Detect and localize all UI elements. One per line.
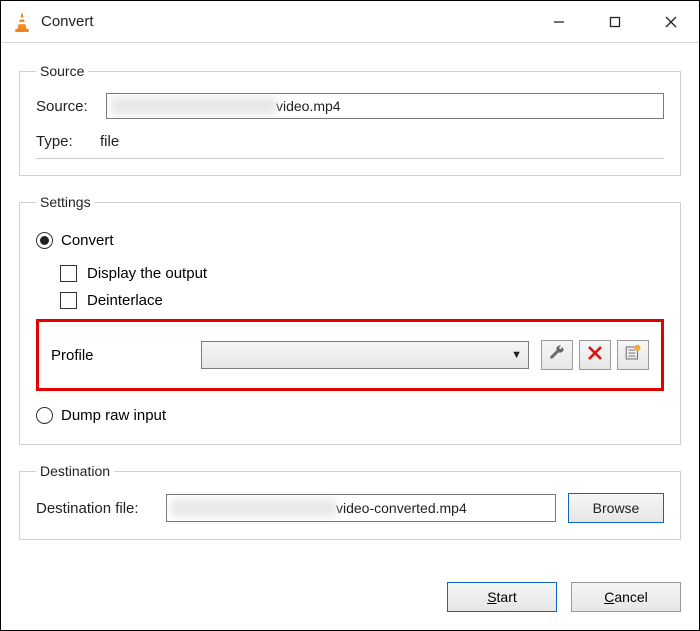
cancel-button[interactable]: Cancel [571,582,681,612]
profile-highlight: Profile ▼ [36,319,664,391]
edit-profile-button[interactable] [541,340,573,370]
source-group: Source Source: video.mp4 Type: file [19,63,681,176]
deinterlace-label: Deinterlace [87,292,163,309]
new-profile-button[interactable] [617,340,649,370]
dump-raw-radio[interactable]: Dump raw input [36,407,664,424]
convert-radio-label: Convert [61,232,114,249]
checkbox-icon [60,265,77,282]
window-title: Convert [41,13,94,30]
new-list-icon [624,344,642,367]
delete-profile-button[interactable] [579,340,611,370]
convert-radio[interactable]: Convert [36,232,664,249]
radio-icon [36,232,53,249]
vlc-cone-icon [11,11,33,33]
display-output-label: Display the output [87,265,207,282]
minimize-button[interactable] [531,1,587,43]
display-output-checkbox[interactable]: Display the output [60,265,664,282]
chevron-down-icon: ▼ [511,349,522,361]
type-value: file [100,133,119,150]
source-file-suffix: video.mp4 [276,98,341,114]
destination-label: Destination file: [36,500,166,517]
start-button-label: Start [487,589,517,605]
convert-dialog: Convert Source Source: video.mp4 Type: f… [0,0,700,631]
type-label: Type: [36,133,100,150]
cancel-button-label: Cancel [604,589,648,605]
redacted-path [171,499,336,517]
wrench-icon [548,344,566,367]
maximize-button[interactable] [587,1,643,43]
source-label: Source: [36,98,106,115]
close-button[interactable] [643,1,699,43]
profile-label: Profile [51,347,201,364]
destination-group: Destination Destination file: video-conv… [19,463,681,540]
settings-group-label: Settings [36,194,95,210]
destination-file-suffix: video-converted.mp4 [336,500,467,516]
titlebar: Convert [1,1,699,43]
x-icon [586,344,604,367]
checkbox-icon [60,292,77,309]
source-file-input[interactable]: video.mp4 [106,93,664,119]
radio-icon [36,407,53,424]
browse-button[interactable]: Browse [568,493,664,523]
destination-group-label: Destination [36,463,114,479]
start-button[interactable]: Start [447,582,557,612]
browse-button-label: Browse [593,500,640,516]
dialog-footer: Start Cancel [1,582,699,630]
profile-combobox[interactable]: ▼ [201,341,529,369]
deinterlace-checkbox[interactable]: Deinterlace [60,292,664,309]
settings-group: Settings Convert Display the output Dein… [19,194,681,445]
dump-raw-label: Dump raw input [61,407,166,424]
redacted-path [111,97,276,115]
destination-file-input[interactable]: video-converted.mp4 [166,494,556,522]
source-group-label: Source [36,63,88,79]
